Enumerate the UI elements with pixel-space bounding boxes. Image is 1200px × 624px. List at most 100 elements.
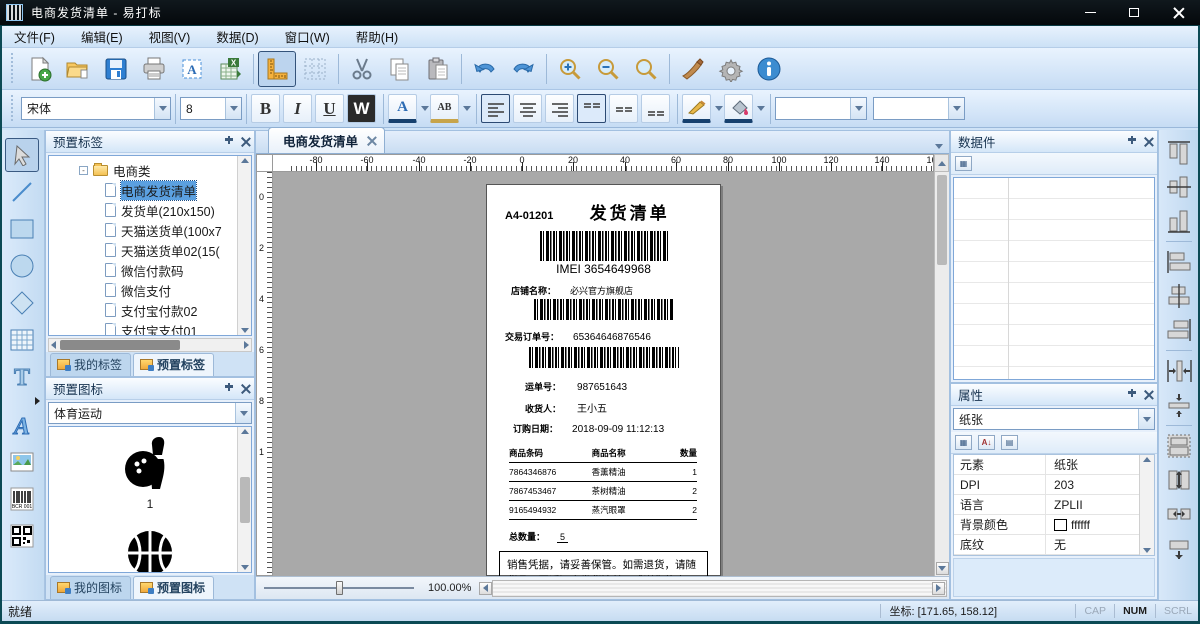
text-tool-button[interactable]: T bbox=[5, 360, 39, 394]
close-button[interactable] bbox=[1156, 0, 1200, 25]
same-width-button[interactable] bbox=[1163, 498, 1195, 530]
open-button[interactable] bbox=[59, 51, 97, 87]
align-objects-bottom-button[interactable] bbox=[1163, 205, 1195, 237]
scroll-down-button[interactable] bbox=[936, 562, 949, 575]
diamond-tool-button[interactable] bbox=[5, 286, 39, 320]
icons-vertical-scrollbar[interactable] bbox=[237, 427, 251, 572]
pointer-tool-button[interactable] bbox=[5, 138, 39, 172]
bowling-icon[interactable] bbox=[119, 433, 181, 495]
excel-import-button[interactable]: X bbox=[211, 51, 249, 87]
same-size-button[interactable] bbox=[1163, 532, 1195, 564]
style-brush-button[interactable]: AB bbox=[430, 94, 459, 123]
chevron-down-icon[interactable] bbox=[948, 98, 964, 119]
text-frame-button[interactable]: A bbox=[173, 51, 211, 87]
style-brush-dropdown[interactable] bbox=[462, 94, 472, 123]
cut-button[interactable] bbox=[343, 51, 381, 87]
about-button[interactable] bbox=[750, 51, 788, 87]
scrollbar-thumb[interactable] bbox=[60, 340, 180, 350]
wordart-button[interactable]: W bbox=[347, 94, 376, 123]
fill-color-dropdown[interactable] bbox=[756, 94, 766, 123]
tab-my-icons[interactable]: 我的图标 bbox=[50, 576, 131, 599]
data-items-table[interactable] bbox=[953, 177, 1155, 380]
tree-item[interactable]: 支付宝支付01 bbox=[53, 320, 251, 336]
flyout-arrow-icon[interactable] bbox=[35, 397, 40, 405]
zoom-reset-button[interactable] bbox=[627, 51, 665, 87]
scrollbar-thumb[interactable] bbox=[937, 175, 947, 265]
pin-icon[interactable] bbox=[224, 383, 234, 395]
scroll-left-button[interactable] bbox=[479, 582, 492, 595]
tab-preset-icons[interactable]: 预置图标 bbox=[133, 576, 214, 599]
tree-horizontal-scrollbar[interactable] bbox=[48, 338, 252, 352]
collapse-icon[interactable]: - bbox=[79, 166, 88, 175]
italic-button[interactable]: I bbox=[283, 94, 312, 123]
zoom-out-button[interactable] bbox=[589, 51, 627, 87]
copy-button[interactable] bbox=[381, 51, 419, 87]
scroll-up-icon[interactable] bbox=[241, 158, 249, 163]
bold-button[interactable]: B bbox=[251, 94, 280, 123]
settings-button[interactable] bbox=[712, 51, 750, 87]
icon-category-combo[interactable]: 体育运动 bbox=[48, 402, 252, 424]
tree-item[interactable]: 微信支付 bbox=[53, 280, 251, 300]
property-row[interactable]: 语言 ZPLII bbox=[954, 495, 1154, 515]
scrollbar-thumb[interactable] bbox=[240, 477, 250, 523]
menu-window[interactable]: 窗口(W) bbox=[285, 27, 330, 46]
chevron-down-icon[interactable] bbox=[154, 98, 170, 119]
pin-icon[interactable] bbox=[1127, 389, 1137, 401]
canvas-horizontal-scrollbar[interactable] bbox=[492, 580, 947, 597]
tree-item[interactable]: 天猫送货单02(15( bbox=[53, 240, 251, 260]
line-color-button[interactable] bbox=[682, 94, 711, 123]
undo-button[interactable] bbox=[466, 51, 504, 87]
font-color-dropdown[interactable] bbox=[420, 94, 430, 123]
propgrid-scrollbar[interactable] bbox=[1139, 455, 1154, 555]
underline-button[interactable]: U bbox=[315, 94, 344, 123]
scroll-down-icon[interactable] bbox=[1143, 548, 1151, 553]
scroll-left-icon[interactable] bbox=[51, 341, 56, 349]
design-canvas[interactable]: A4-01201 发货清单 IMEI 3654649968 店铺名称： 必兴官方… bbox=[273, 172, 934, 576]
element-selector-combo[interactable]: 纸张 bbox=[953, 408, 1155, 430]
rectangle-tool-button[interactable] bbox=[5, 212, 39, 246]
tab-my-labels[interactable]: 我的标签 bbox=[50, 353, 131, 376]
same-height-button[interactable] bbox=[1163, 464, 1195, 496]
paste-button[interactable] bbox=[419, 51, 457, 87]
chevron-down-icon[interactable] bbox=[850, 98, 866, 119]
table-tool-button[interactable] bbox=[5, 323, 39, 357]
align-objects-top-button[interactable] bbox=[1163, 137, 1195, 169]
format-brush-button[interactable] bbox=[674, 51, 712, 87]
property-row[interactable]: 背景颜色 ffffff bbox=[954, 515, 1154, 535]
menu-data[interactable]: 数据(D) bbox=[216, 27, 258, 46]
align-objects-center-button[interactable] bbox=[1163, 280, 1195, 312]
tab-close-icon[interactable] bbox=[366, 136, 376, 146]
property-row[interactable]: 元素 纸张 bbox=[954, 455, 1154, 475]
close-icon[interactable] bbox=[240, 137, 250, 147]
close-icon[interactable] bbox=[1143, 137, 1153, 147]
menu-view[interactable]: 视图(V) bbox=[149, 27, 191, 46]
scroll-down-icon[interactable] bbox=[241, 328, 249, 333]
save-button[interactable] bbox=[97, 51, 135, 87]
vertical-scroll-up-button[interactable] bbox=[934, 154, 949, 172]
scroll-down-icon[interactable] bbox=[241, 565, 249, 570]
menu-help[interactable]: 帮助(H) bbox=[356, 27, 398, 46]
add-data-table-icon[interactable]: ▦ bbox=[955, 156, 972, 171]
property-row[interactable]: DPI 203 bbox=[954, 475, 1154, 495]
chevron-down-icon[interactable] bbox=[235, 403, 251, 423]
scroll-up-icon[interactable] bbox=[241, 429, 249, 434]
grid-toggle-button[interactable] bbox=[296, 51, 334, 87]
property-row[interactable]: 底纹 无 bbox=[954, 535, 1154, 555]
line-tool-button[interactable] bbox=[5, 175, 39, 209]
align-objects-left-button[interactable] bbox=[1163, 246, 1195, 278]
fill-color-button[interactable] bbox=[724, 94, 753, 123]
new-document-button[interactable] bbox=[21, 51, 59, 87]
tab-list-dropdown-icon[interactable] bbox=[935, 144, 943, 149]
document-tab[interactable]: 电商发货清单 bbox=[268, 127, 385, 153]
menu-file[interactable]: 文件(F) bbox=[14, 27, 55, 46]
scroll-up-icon[interactable] bbox=[1143, 457, 1151, 462]
tree-item[interactable]: 电商发货清单 bbox=[53, 180, 251, 200]
valign-top-button[interactable] bbox=[577, 94, 606, 123]
property-pages-icon[interactable]: ▤ bbox=[1001, 435, 1018, 450]
maximize-button[interactable] bbox=[1112, 0, 1156, 25]
align-objects-right-button[interactable] bbox=[1163, 314, 1195, 346]
valign-bottom-button[interactable] bbox=[641, 94, 670, 123]
fit-to-printer-button[interactable] bbox=[1163, 430, 1195, 462]
center-horizontally-button[interactable] bbox=[1163, 355, 1195, 387]
chevron-down-icon[interactable] bbox=[225, 98, 241, 119]
